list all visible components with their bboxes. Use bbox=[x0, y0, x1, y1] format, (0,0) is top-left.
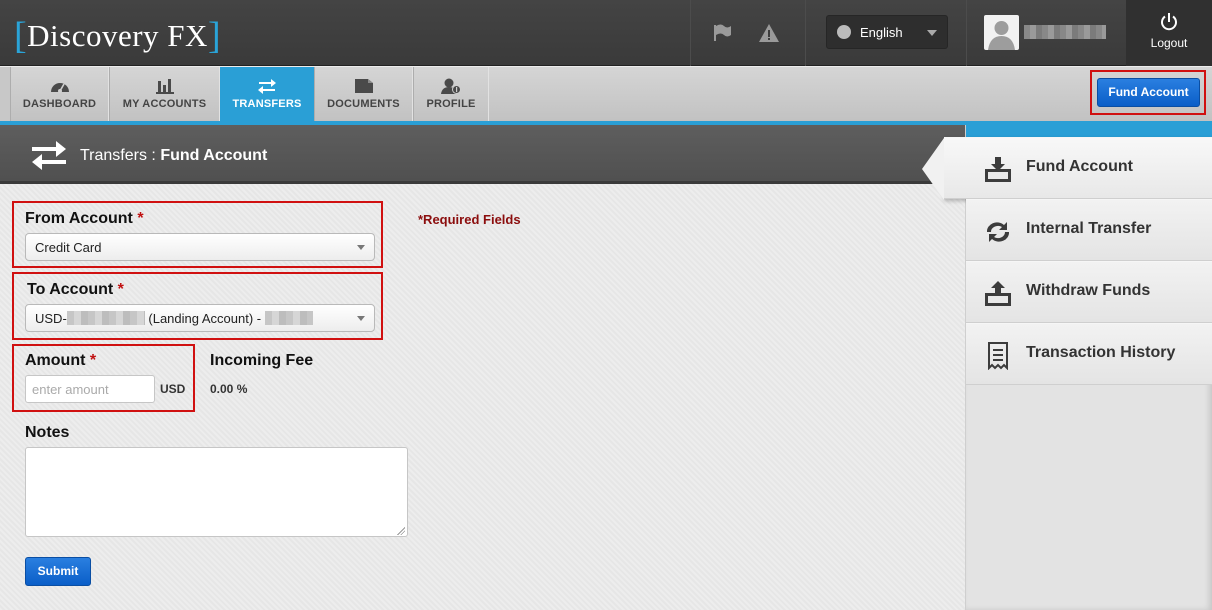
main-nav: DASHBOARD MY ACCOUNTS TRANSFERS DOCUMENT… bbox=[0, 67, 1212, 129]
sidebar-item-label: Fund Account bbox=[1026, 158, 1133, 175]
username-redacted bbox=[1024, 25, 1106, 39]
flag-icon[interactable] bbox=[711, 22, 733, 44]
power-icon bbox=[1161, 13, 1177, 31]
resize-grip-icon[interactable] bbox=[397, 527, 405, 535]
to-account-select[interactable]: USD- (Landing Account) - bbox=[25, 304, 375, 332]
logo-text: Discovery FX bbox=[27, 18, 208, 53]
sidebar-item-transaction-history[interactable]: Transaction History bbox=[966, 323, 1212, 385]
top-header: [Discovery FX] English Logout bbox=[0, 0, 1212, 66]
breadcrumb-page: Fund Account bbox=[160, 147, 268, 164]
withdraw-icon bbox=[985, 281, 1011, 306]
alert-icon[interactable] bbox=[758, 22, 780, 44]
page-title: Transfers : Fund Account bbox=[80, 147, 267, 165]
sidebar-item-fund-account[interactable]: Fund Account bbox=[922, 137, 1212, 200]
sidebar-item-label: Transaction History bbox=[1026, 344, 1176, 361]
transfers-sidebar: Fund Account Internal Transfer Withdraw … bbox=[922, 125, 1212, 610]
required-asterisk: * bbox=[117, 281, 124, 298]
breadcrumb-separator: : bbox=[146, 147, 161, 164]
sidebar-item-withdraw-funds[interactable]: Withdraw Funds bbox=[966, 261, 1212, 323]
nav-tab-transfers[interactable]: TRANSFERS bbox=[220, 67, 314, 129]
nav-tab-dashboard[interactable]: DASHBOARD bbox=[10, 67, 109, 121]
chevron-down-icon bbox=[357, 316, 365, 321]
from-account-select[interactable]: Credit Card bbox=[25, 233, 375, 261]
header-divider bbox=[690, 0, 691, 66]
bar-chart-icon bbox=[155, 79, 174, 94]
notes-textarea[interactable] bbox=[25, 447, 408, 537]
logo[interactable]: [Discovery FX] bbox=[14, 12, 222, 57]
header-divider bbox=[966, 0, 967, 66]
redacted-account-number bbox=[66, 311, 145, 325]
sidebar-accent-strip bbox=[966, 125, 1212, 137]
folder-icon bbox=[354, 79, 373, 93]
nav-tab-my-accounts[interactable]: MY ACCOUNTS bbox=[109, 67, 220, 121]
chevron-down-icon bbox=[927, 30, 937, 36]
to-account-value: USD- (Landing Account) - bbox=[35, 311, 313, 326]
language-select[interactable]: English bbox=[826, 15, 948, 49]
incoming-fee-value: 0.00 % bbox=[210, 382, 248, 396]
sidebar-item-label: Withdraw Funds bbox=[1026, 282, 1151, 299]
submit-button[interactable]: Submit bbox=[25, 557, 91, 586]
header-divider bbox=[805, 0, 806, 66]
required-asterisk: * bbox=[89, 352, 97, 369]
user-avatar-icon[interactable] bbox=[984, 15, 1019, 50]
amount-currency: USD bbox=[160, 382, 186, 396]
nav-tab-label: TRANSFERS bbox=[232, 98, 302, 110]
gauge-icon bbox=[50, 83, 69, 93]
nav-tab-label: PROFILE bbox=[426, 98, 476, 110]
required-asterisk: * bbox=[137, 210, 144, 227]
active-item-notch bbox=[922, 138, 944, 200]
logo-bracket-open: [ bbox=[14, 15, 28, 57]
receipt-icon bbox=[988, 342, 1008, 370]
amount-label: Amount * bbox=[25, 352, 97, 369]
notes-label: Notes bbox=[25, 424, 70, 441]
transfer-arrows-icon bbox=[32, 141, 66, 170]
transfer-arrows-icon bbox=[258, 79, 276, 94]
fund-account-header-button[interactable]: Fund Account bbox=[1097, 78, 1200, 107]
language-label: English bbox=[860, 25, 903, 40]
chevron-down-icon bbox=[357, 245, 365, 250]
nav-tab-profile[interactable]: PROFILE bbox=[413, 67, 489, 121]
logo-bracket-close: ] bbox=[207, 15, 222, 57]
globe-icon bbox=[837, 25, 851, 39]
incoming-fee-label: Incoming Fee bbox=[210, 352, 314, 369]
internal-transfer-icon bbox=[986, 222, 1010, 242]
nav-tab-label: DASHBOARD bbox=[22, 98, 97, 110]
nav-tab-label: MY ACCOUNTS bbox=[122, 98, 207, 110]
sidebar-item-internal-transfer[interactable]: Internal Transfer bbox=[966, 199, 1212, 261]
from-account-label: From Account * bbox=[25, 210, 144, 227]
fund-deposit-icon bbox=[985, 157, 1011, 182]
page-title-bar: Transfers : Fund Account bbox=[0, 125, 965, 184]
to-account-label: To Account * bbox=[27, 281, 124, 298]
logout-label: Logout bbox=[1150, 36, 1188, 50]
required-fields-note: *Required Fields bbox=[418, 212, 521, 227]
amount-input[interactable] bbox=[25, 375, 155, 403]
from-account-value: Credit Card bbox=[35, 240, 102, 255]
nav-tab-documents[interactable]: DOCUMENTS bbox=[314, 67, 413, 121]
nav-tab-label: DOCUMENTS bbox=[327, 98, 400, 110]
logout-button[interactable]: Logout bbox=[1126, 0, 1212, 66]
profile-icon bbox=[441, 78, 461, 94]
breadcrumb-section[interactable]: Transfers bbox=[80, 147, 147, 164]
redacted-account-id bbox=[264, 311, 313, 325]
sidebar-item-label: Internal Transfer bbox=[1026, 220, 1152, 237]
